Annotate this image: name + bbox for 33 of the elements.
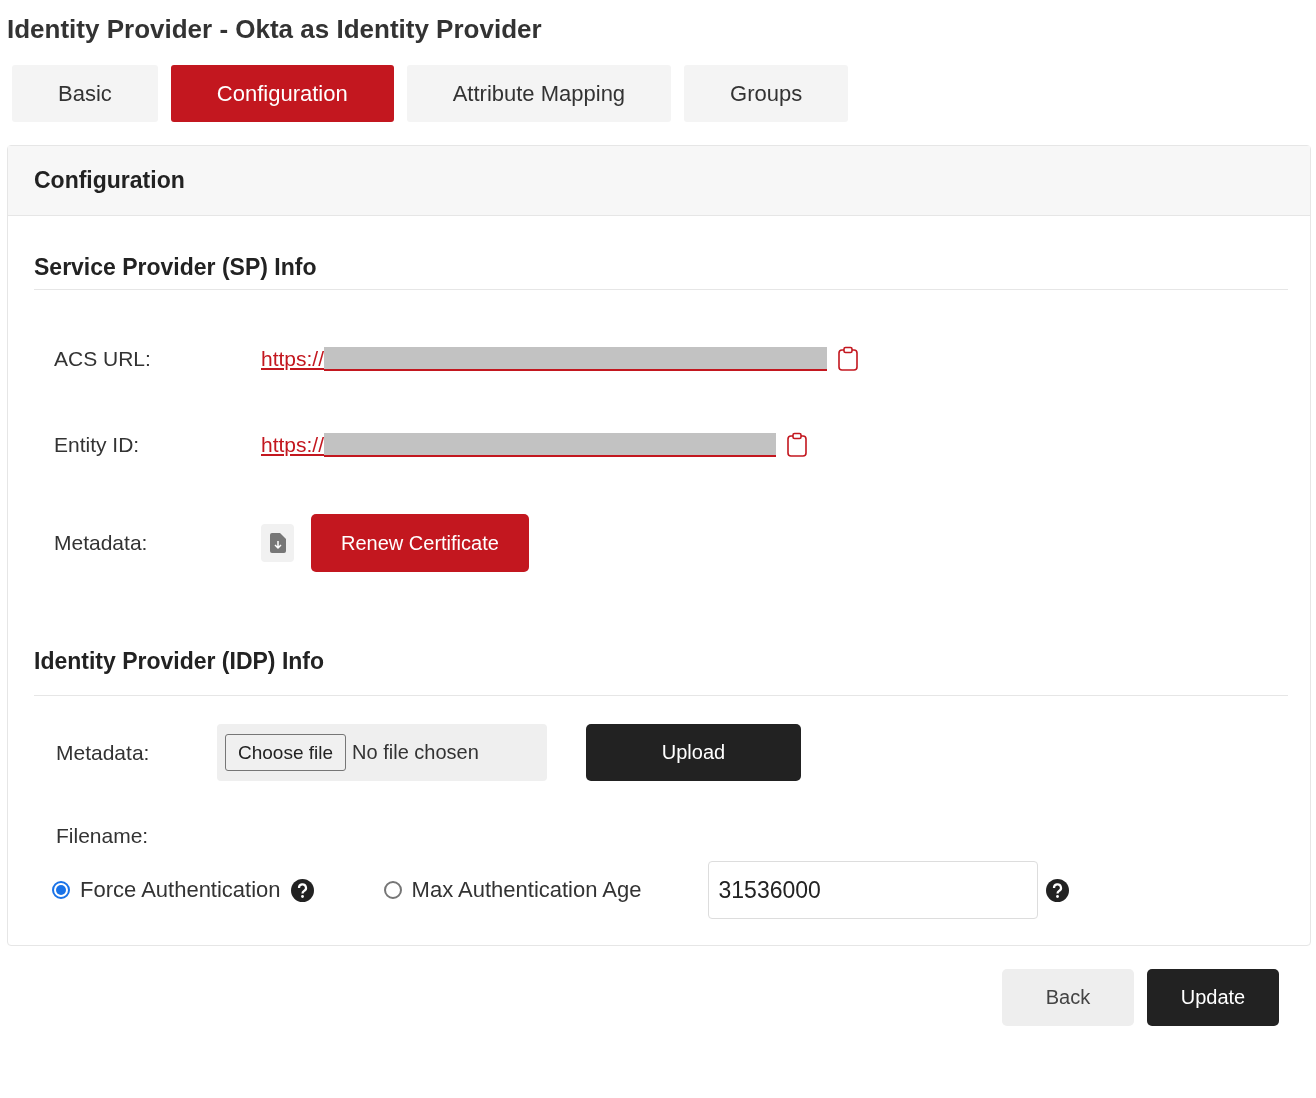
- card-title: Configuration: [34, 167, 185, 194]
- section-heading: Service Provider (SP) Info: [34, 216, 1288, 290]
- tab[interactable]: Attribute Mapping: [406, 65, 672, 122]
- section-heading: Identity Provider (IDP) Info: [34, 598, 1288, 696]
- field-label: Entity ID:: [54, 433, 141, 457]
- clipboard-icon[interactable]: [786, 432, 809, 458]
- file-input[interactable]: Choose file No file chosen: [217, 724, 547, 781]
- field-label: Filename:: [56, 824, 150, 848]
- url-link[interactable]: https://: [261, 433, 325, 457]
- field-label: ACS URL:: [54, 347, 152, 371]
- renew-certificate-button[interactable]: Renew Certificate: [311, 514, 529, 572]
- radio-button[interactable]: [52, 881, 70, 899]
- clipboard-icon[interactable]: [837, 346, 860, 372]
- help-icon[interactable]: [1045, 878, 1069, 902]
- back-button[interactable]: Back: [1002, 969, 1134, 1026]
- file-download-icon: [269, 533, 286, 553]
- upload-button[interactable]: Upload: [586, 724, 801, 781]
- page-title: Identity Provider - Okta as Identity Provider: [7, 14, 543, 45]
- field-label: Metadata:: [54, 531, 149, 555]
- file-status: No file chosen: [352, 741, 479, 764]
- field-label: Metadata:: [56, 740, 151, 765]
- option-label: Max Authentication Age: [411, 877, 642, 903]
- tab[interactable]: Configuration: [170, 65, 394, 122]
- help-icon[interactable]: [290, 878, 314, 902]
- update-button[interactable]: Update: [1147, 969, 1279, 1026]
- download-button[interactable]: [261, 524, 294, 562]
- choose-file-button[interactable]: Choose file: [225, 734, 347, 771]
- tab[interactable]: Basic: [12, 65, 158, 122]
- tab[interactable]: Groups: [684, 65, 849, 122]
- max-age-field[interactable]: 31536000: [707, 861, 1038, 919]
- option-label: Force Authentication: [80, 877, 281, 903]
- radio-button[interactable]: [383, 881, 402, 899]
- url-link[interactable]: https://: [261, 347, 325, 371]
